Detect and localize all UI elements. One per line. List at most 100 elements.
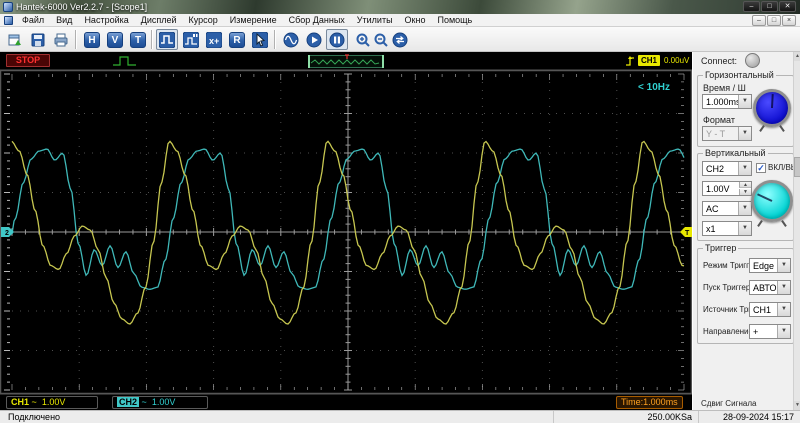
menu-file[interactable]: Файл bbox=[16, 14, 50, 27]
menu-utilities[interactable]: Утилиты bbox=[351, 14, 399, 27]
menu-display[interactable]: Дисплей bbox=[135, 14, 183, 27]
mdi-close-button[interactable]: × bbox=[782, 15, 796, 26]
panel-scrollbar[interactable]: ▲ ▼ bbox=[793, 52, 800, 410]
ch1-coupling-icon: ~ bbox=[32, 397, 37, 407]
menu-bar: ФайлВидНастройкаДисплейКурсорИзмерениеСб… bbox=[0, 14, 800, 27]
waveform-preview[interactable] bbox=[308, 54, 384, 68]
trigger-level-readout: 0.00uV bbox=[664, 55, 689, 66]
mdi-restore-button[interactable]: □ bbox=[767, 15, 781, 26]
chevron-down-icon: ▼ bbox=[738, 202, 751, 215]
trigger-panel-button[interactable]: T bbox=[127, 29, 149, 50]
svg-text:2: 2 bbox=[5, 230, 9, 237]
trigger-mode-select[interactable]: Edge▼ bbox=[749, 258, 791, 273]
ch1-readout[interactable]: CH1 ~ 1.00V bbox=[6, 396, 98, 409]
connect-label: Connect: bbox=[701, 56, 737, 66]
horizontal-group: Горизонтальный Время / Ш 1.000ms▼ Формат… bbox=[697, 75, 794, 147]
ch2-readout[interactable]: CH2 ~ 1.00V bbox=[112, 396, 208, 409]
trigger-mode-label: Режим Триггера bbox=[703, 261, 749, 270]
digital-channels-button[interactable] bbox=[180, 29, 202, 50]
default-setup-button[interactable] bbox=[389, 29, 411, 50]
sync-arrows-icon bbox=[392, 32, 408, 48]
menu-measure[interactable]: Измерение bbox=[224, 14, 283, 27]
connection-status: Подключено bbox=[8, 411, 60, 423]
svg-text:T: T bbox=[685, 230, 690, 237]
stepper-down-icon[interactable]: ▼ bbox=[739, 189, 751, 195]
trigger-sweep-label: Пуск Триггера bbox=[703, 283, 749, 292]
trigger-edge-icon bbox=[624, 54, 636, 68]
document-icon[interactable] bbox=[4, 16, 13, 25]
chevron-down-icon: ▼ bbox=[738, 95, 751, 108]
ch2-label: CH2 bbox=[117, 397, 139, 407]
chevron-down-icon: ▼ bbox=[738, 222, 751, 235]
trigger-group-title: Триггер bbox=[703, 243, 738, 253]
menu-help[interactable]: Помощь bbox=[431, 14, 478, 27]
connect-indicator[interactable] bbox=[745, 53, 760, 68]
waveform-generator-button[interactable] bbox=[280, 29, 302, 50]
title-bar: Hantek-6000 Ver2.2.7 - [Scope1] – □ ✕ bbox=[0, 0, 800, 14]
channel-enable-checkbox[interactable]: ✓ bbox=[756, 163, 766, 173]
toolbar-separator bbox=[151, 30, 153, 49]
menu-setup[interactable]: Настройка bbox=[78, 14, 134, 27]
horizontal-icon: H bbox=[84, 32, 100, 48]
cursor-measure-button[interactable] bbox=[249, 29, 271, 50]
play-icon bbox=[306, 32, 322, 48]
close-button[interactable]: ✕ bbox=[779, 1, 796, 12]
pulse-trigger-button[interactable] bbox=[156, 29, 178, 50]
vertical-knob[interactable] bbox=[751, 180, 793, 222]
scroll-up-icon[interactable]: ▲ bbox=[794, 52, 800, 61]
digital-wave-icon bbox=[183, 32, 199, 48]
menu-window[interactable]: Окно bbox=[399, 14, 432, 27]
chevron-down-icon: ▼ bbox=[777, 325, 790, 338]
channel-status-bar: CH1 ~ 1.00V CH2 ~ 1.00V Time:1.000ms bbox=[0, 394, 692, 410]
knob-pointer bbox=[757, 193, 772, 202]
scrollbar-thumb[interactable] bbox=[794, 157, 800, 177]
knob-pointer bbox=[771, 94, 774, 108]
trigger-source-select[interactable]: CH1▼ bbox=[749, 302, 791, 317]
timebase-readout: Time:1.000ms bbox=[616, 396, 683, 409]
scroll-down-icon[interactable]: ▼ bbox=[794, 401, 800, 410]
stepper-up-icon[interactable]: ▲ bbox=[739, 182, 751, 188]
format-select: Y - T▼ bbox=[702, 126, 752, 141]
status-bar: Подключено 250.00KSa 28-09-2024 15:17 bbox=[0, 410, 800, 423]
print-icon bbox=[53, 32, 69, 48]
maximize-button[interactable]: □ bbox=[761, 1, 778, 12]
probe-select[interactable]: x1▼ bbox=[702, 221, 752, 236]
zoom-in-icon bbox=[355, 32, 371, 48]
minimize-button[interactable]: – bbox=[743, 1, 760, 12]
menu-view[interactable]: Вид bbox=[50, 14, 78, 27]
ch1-scale: 1.00V bbox=[42, 397, 66, 407]
chevron-down-icon: ▼ bbox=[777, 281, 790, 294]
volt-scale-stepper[interactable]: 1.00V ▲▼ bbox=[702, 181, 752, 196]
horizontal-knob[interactable] bbox=[753, 89, 791, 127]
time-div-select[interactable]: 1.000ms▼ bbox=[702, 94, 752, 109]
horizontal-panel-button[interactable]: H bbox=[81, 29, 103, 50]
print-button[interactable] bbox=[50, 29, 72, 50]
pause-button[interactable] bbox=[326, 29, 348, 50]
sine-generator-icon bbox=[283, 32, 299, 48]
scope-display[interactable]: < 10Hz 2 T bbox=[0, 70, 692, 394]
menu-acquire[interactable]: Сбор Данных bbox=[283, 14, 351, 27]
math-function-button[interactable]: x+ bbox=[203, 29, 225, 50]
coupling-select[interactable]: AC▼ bbox=[702, 201, 752, 216]
format-label: Формат bbox=[703, 115, 735, 125]
open-file-button[interactable] bbox=[4, 29, 26, 50]
channel-select[interactable]: CH2▼ bbox=[702, 161, 752, 176]
mdi-minimize-button[interactable]: – bbox=[752, 15, 766, 26]
menu-cursor[interactable]: Курсор bbox=[183, 14, 224, 27]
toolbar-separator bbox=[75, 30, 77, 49]
pulse-wave-icon bbox=[159, 32, 175, 48]
cursor-arrow-icon bbox=[252, 32, 268, 48]
trigger-sweep-select[interactable]: АВТО▼ bbox=[749, 280, 791, 295]
start-button[interactable] bbox=[303, 29, 325, 50]
ch2-coupling-icon: ~ bbox=[142, 397, 147, 407]
acquisition-status-bar: STOP CH1 0.00uV bbox=[0, 52, 692, 70]
trigger-slope-select[interactable]: +▼ bbox=[749, 324, 791, 339]
application-window: Hantek-6000 Ver2.2.7 - [Scope1] – □ ✕ Фа… bbox=[0, 0, 800, 423]
time-div-label: Время / Ш bbox=[703, 83, 746, 93]
chevron-down-icon: ▼ bbox=[777, 259, 790, 272]
save-button[interactable] bbox=[27, 29, 49, 50]
freq-counter-label: < 10Hz bbox=[638, 82, 670, 93]
vertical-group: Вертикальный CH2▼ ✓ ВКЛ/ВЫ 1.00V ▲▼ AC▼ … bbox=[697, 153, 794, 241]
reference-wave-button[interactable]: R bbox=[226, 29, 248, 50]
vertical-panel-button[interactable]: V bbox=[104, 29, 126, 50]
